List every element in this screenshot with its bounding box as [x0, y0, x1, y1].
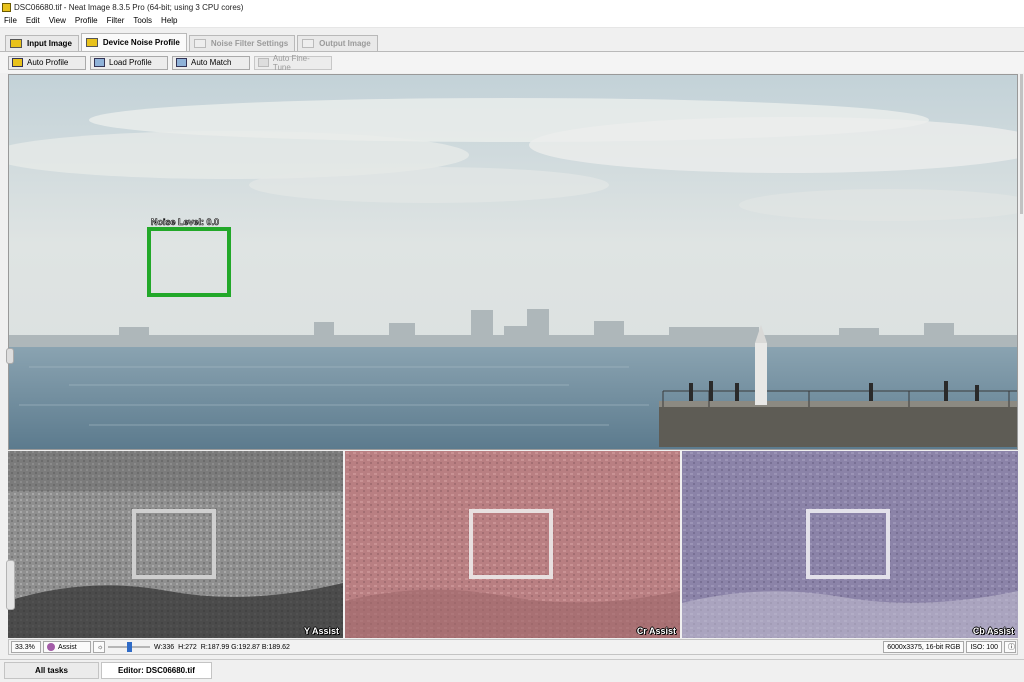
menu-view[interactable]: View [45, 16, 71, 25]
info-icon: ⓘ [1008, 644, 1015, 651]
noise-profile-icon [85, 38, 98, 47]
image-viewer[interactable]: Noise Level: 0.0 [8, 74, 1018, 450]
iso-value: ISO: 100 [970, 643, 998, 651]
cb-assist-label: Cb Assist [972, 626, 1014, 636]
menu-profile[interactable]: Profile [71, 16, 103, 25]
tab-editor[interactable]: Editor: DSC06680.tif [101, 662, 212, 679]
noise-level-label: Noise Level: 0.0 [151, 217, 219, 227]
auto-fine-tune-label: Auto Fine-Tune [272, 53, 310, 72]
menu-filter[interactable]: Filter [103, 16, 130, 25]
auto-profile-label: Auto Profile [27, 58, 69, 67]
menu-help[interactable]: Help [157, 16, 182, 25]
auto-match-icon [176, 58, 187, 67]
image-info: 6000x3375, 16-bit RGB [887, 643, 961, 651]
selection-width: W:336 [154, 643, 175, 651]
title-bar: DSC06680.tif - Neat Image 8.3.5 Pro (64-… [0, 0, 1024, 14]
document-tabs: All tasks Editor: DSC06680.tif [0, 659, 1024, 682]
mode-icon [47, 643, 55, 651]
selection-height: H:272 [178, 643, 197, 651]
tab-device-noise-profile[interactable]: Device Noise Profile [80, 33, 187, 51]
scrollbar-thumb[interactable] [1020, 74, 1023, 214]
folder-icon [94, 58, 105, 67]
tab-input-image[interactable]: Input Image [5, 35, 79, 51]
iso-box: ISO: 100 [966, 641, 1002, 653]
load-profile-button[interactable]: Load Profile [90, 55, 168, 70]
tab-device-noise-profile-label: Device Noise Profile [102, 38, 180, 47]
workflow-tabs: Input Image Device Noise Profile Noise F… [0, 33, 1024, 51]
tab-output-image[interactable]: Output Image [297, 35, 378, 51]
cr-assist-label: Cr Assist [636, 626, 676, 636]
auto-profile-button[interactable]: Auto Profile [8, 55, 86, 70]
view-mode-select[interactable]: Assist [43, 641, 91, 653]
tab-editor-label: Editor: DSC06680.tif [118, 666, 195, 675]
panel-resize-handle[interactable] [6, 560, 15, 610]
brightness-slider[interactable] [108, 642, 150, 652]
cb-assist-image [682, 451, 1018, 638]
load-profile-label: Load Profile [109, 58, 152, 67]
collapse-handle[interactable] [6, 348, 14, 364]
zoom-select[interactable]: 33.3% [11, 641, 41, 653]
output-image-icon [302, 39, 315, 48]
auto-match-label: Auto Match [191, 58, 232, 67]
lighthouse [755, 343, 767, 405]
cb-assist-panel[interactable]: Cb Assist [682, 451, 1018, 638]
y-assist-image [8, 451, 343, 638]
window-title: DSC06680.tif - Neat Image 8.3.5 Pro (64-… [14, 2, 244, 12]
sun-icon: ☼ [97, 643, 104, 651]
vertical-scrollbar[interactable] [1018, 74, 1024, 654]
pier-deck [659, 401, 1017, 407]
y-assist-panel[interactable]: Y Assist [8, 451, 343, 638]
auto-profile-icon [12, 58, 23, 67]
tab-noise-filter-settings-label: Noise Filter Settings [210, 39, 289, 48]
pier [659, 407, 1017, 447]
image-info-box: 6000x3375, 16-bit RGB [883, 641, 965, 653]
app-icon [2, 2, 11, 12]
cr-assist-panel[interactable]: Cr Assist [345, 451, 680, 638]
menu-bar: File Edit View Profile Filter Tools Help [0, 14, 1024, 28]
rgb-readout: R:187.99 G:192.87 B:189.62 [200, 643, 290, 651]
filter-settings-icon [193, 39, 206, 48]
tab-noise-filter-settings[interactable]: Noise Filter Settings [188, 35, 296, 51]
menu-file[interactable]: File [0, 16, 22, 25]
slider-thumb[interactable] [127, 642, 132, 652]
auto-match-button[interactable]: Auto Match [172, 55, 250, 70]
photo-canvas: Noise Level: 0.0 [9, 75, 1017, 449]
brightness-button[interactable]: ☼ [93, 641, 105, 653]
tab-output-image-label: Output Image [319, 39, 371, 48]
auto-fine-tune-button[interactable]: Auto Fine-Tune [254, 53, 332, 72]
view-mode-value: Assist [58, 643, 77, 651]
y-assist-label: Y Assist [303, 626, 339, 636]
tab-all-tasks-label: All tasks [35, 666, 68, 675]
tab-input-image-label: Input Image [27, 39, 72, 48]
menu-tools[interactable]: Tools [129, 16, 157, 25]
input-image-icon [10, 39, 22, 48]
fine-tune-icon [258, 58, 269, 67]
profile-toolbar: Auto Profile Load Profile Auto Match Aut… [0, 51, 1024, 73]
tab-all-tasks[interactable]: All tasks [4, 662, 99, 679]
info-button[interactable]: ⓘ [1004, 641, 1016, 653]
cr-assist-image [345, 451, 680, 638]
cloud [249, 167, 609, 203]
zoom-value: 33.3% [15, 643, 35, 651]
menu-edit[interactable]: Edit [22, 16, 45, 25]
status-bar: 33.3% Assist ☼ W:336 H:272 R:187.99 G:19… [8, 639, 1018, 655]
